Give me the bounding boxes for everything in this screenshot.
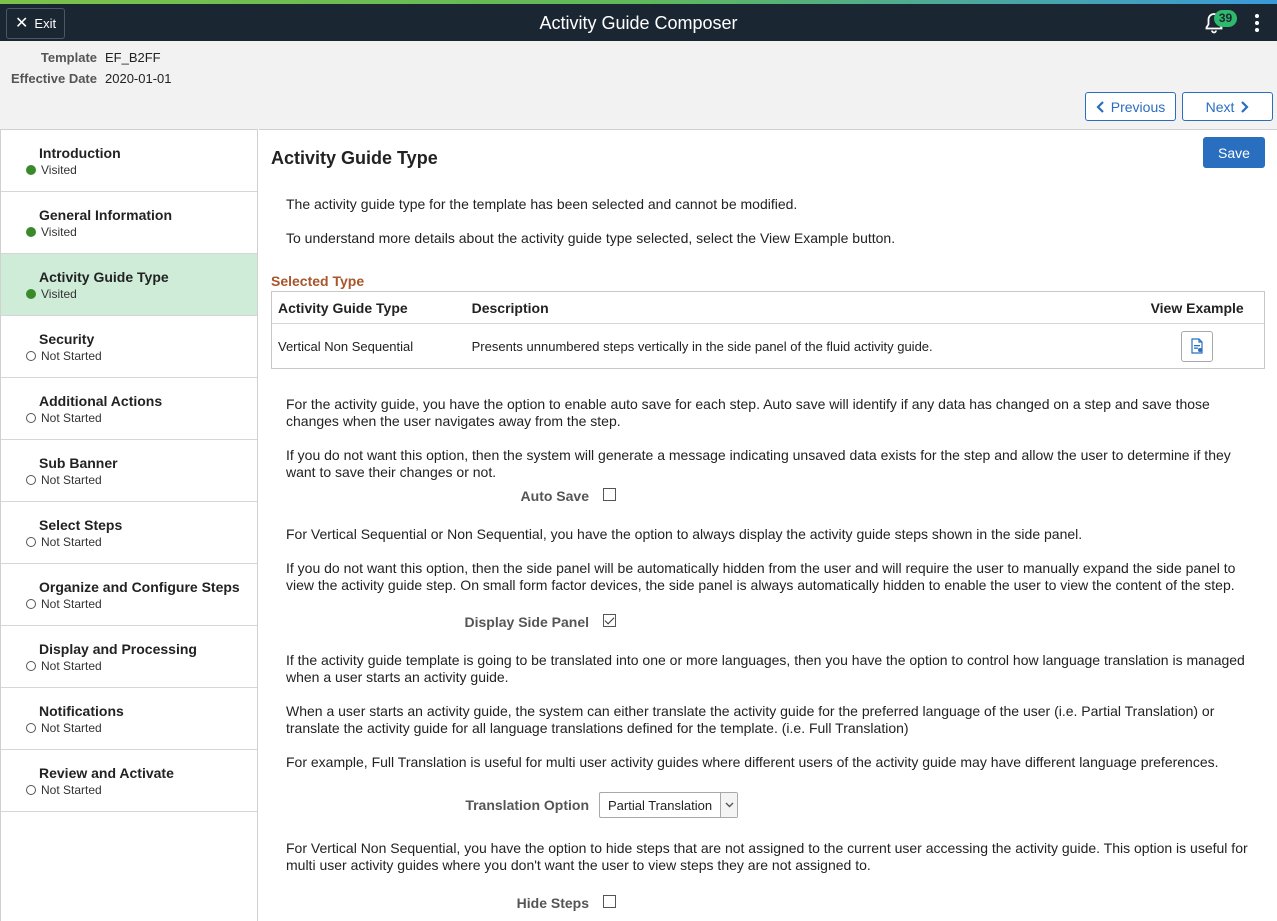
sidebar-item-additional-actions[interactable]: Additional Actions Not Started (1, 378, 257, 440)
sidebar-item-label: Select Steps (39, 517, 123, 533)
sidebar-item-status: Visited (41, 225, 77, 239)
template-value: EF_B2FF (105, 50, 161, 65)
sidebar-item-label: Review and Activate (39, 765, 174, 781)
not-started-status-icon (26, 785, 36, 795)
chevron-left-icon (1096, 100, 1104, 113)
selected-type-label: Selected Type (271, 273, 365, 289)
effective-date-value: 2020-01-01 (105, 71, 172, 86)
effective-date-field: Effective Date 2020-01-01 (0, 71, 172, 86)
notification-badge: 39 (1214, 10, 1237, 27)
hide-steps-label: Hide Steps (516, 895, 589, 911)
side-panel-text-2: If you do not want this option, then the… (286, 560, 1236, 593)
translation-option-value: Partial Translation (608, 797, 713, 813)
sidebar-item-activity-guide-type[interactable]: Activity Guide Type Visited (1, 254, 257, 316)
display-side-panel-label: Display Side Panel (464, 614, 590, 630)
selected-type-table: Activity Guide Type Description View Exa… (271, 291, 1265, 369)
sidebar-item-security[interactable]: Security Not Started (1, 316, 257, 378)
sidebar-item-select-steps[interactable]: Select Steps Not Started (1, 502, 257, 564)
auto-save-checkbox[interactable] (603, 488, 616, 501)
hide-steps-text-1: For Vertical Non Sequential, you have th… (286, 840, 1248, 873)
sidebar-item-status: Visited (41, 163, 77, 177)
column-header: Description (471, 299, 549, 316)
sidebar-item-label: Additional Actions (39, 393, 163, 409)
sidebar-item-label: Organize and Configure Steps (39, 579, 240, 595)
steps-sidebar: Introduction Visited General Information… (0, 129, 258, 921)
type-cell: Vertical Non Sequential (278, 338, 414, 354)
auto-save-label: Auto Save (520, 488, 589, 504)
sidebar-item-label: Introduction (39, 145, 121, 161)
view-example-button[interactable] (1181, 330, 1214, 362)
main-content: Activity Guide Type Save The activity gu… (259, 129, 1277, 921)
more-options-icon[interactable] (1250, 12, 1264, 36)
intro-text-1: The activity guide type for the template… (286, 196, 798, 212)
sidebar-item-status: Not Started (41, 411, 102, 425)
sidebar-item-organize-configure-steps[interactable]: Organize and Configure Steps Not Started (1, 564, 257, 626)
intro-text-2: To understand more details about the act… (286, 230, 896, 246)
sidebar-item-general-information[interactable]: General Information Visited (1, 192, 257, 254)
sidebar-item-status: Not Started (41, 349, 102, 363)
sidebar-item-display-processing[interactable]: Display and Processing Not Started (1, 626, 257, 688)
sub-header: Template EF_B2FF Effective Date 2020-01-01… (0, 41, 1277, 129)
not-started-status-icon (26, 537, 36, 547)
hide-steps-checkbox[interactable] (603, 895, 616, 908)
sidebar-item-status: Not Started (41, 597, 102, 611)
description-cell: Presents unnumbered steps vertically in … (471, 338, 933, 354)
not-started-status-icon (26, 475, 36, 485)
sidebar-item-sub-banner[interactable]: Sub Banner Not Started (1, 440, 257, 502)
translation-option-label: Translation Option (465, 797, 589, 813)
side-panel-text-1: For Vertical Sequential or Non Sequentia… (286, 526, 1083, 542)
table-header-row: Activity Guide Type Description View Exa… (272, 292, 1264, 324)
sidebar-item-label: Security (39, 331, 95, 347)
sidebar-item-label: Activity Guide Type (39, 269, 169, 285)
sidebar-item-status: Visited (41, 287, 77, 301)
translation-text-3: For example, Full Translation is useful … (286, 754, 1219, 770)
view-example-cell (1130, 330, 1264, 362)
sidebar-item-notifications[interactable]: Notifications Not Started (1, 688, 257, 750)
chevron-down-icon (720, 793, 737, 817)
autosave-text-1: For the activity guide, you have the opt… (286, 396, 1210, 429)
page-title: Activity Guide Type (271, 148, 438, 168)
visited-status-icon (26, 227, 36, 237)
next-label: Next (1205, 98, 1235, 115)
visited-status-icon (26, 289, 36, 299)
save-button[interactable]: Save (1203, 137, 1265, 168)
column-header: Activity Guide Type (278, 299, 408, 316)
previous-label: Previous (1110, 98, 1166, 115)
sidebar-item-label: General Information (39, 207, 173, 223)
not-started-status-icon (26, 599, 36, 609)
sidebar-item-label: Display and Processing (39, 641, 197, 657)
translation-text-1: If the activity guide template is going … (286, 652, 1245, 685)
sidebar-item-status: Not Started (41, 473, 102, 487)
visited-status-icon (26, 165, 36, 175)
not-started-status-icon (26, 351, 36, 361)
sidebar-item-status: Not Started (41, 783, 102, 797)
sidebar-item-review-activate[interactable]: Review and Activate Not Started (1, 750, 257, 812)
template-field: Template EF_B2FF (0, 50, 161, 65)
column-header: View Example (1150, 299, 1244, 316)
effective-date-label: Effective Date (11, 71, 97, 86)
sidebar-item-introduction[interactable]: Introduction Visited (1, 130, 257, 192)
document-view-icon (1191, 338, 1203, 354)
next-button[interactable]: Next (1182, 92, 1273, 121)
not-started-status-icon (26, 661, 36, 671)
not-started-status-icon (26, 413, 36, 423)
sidebar-item-status: Not Started (41, 535, 102, 549)
sidebar-item-label: Sub Banner (39, 455, 118, 471)
sidebar-item-label: Notifications (39, 703, 124, 719)
previous-button[interactable]: Previous (1085, 92, 1176, 121)
translation-text-2: When a user starts an activity guide, th… (286, 703, 1215, 736)
not-started-status-icon (26, 723, 36, 733)
chevron-right-icon (1241, 100, 1249, 113)
app-header: ✕ Exit Activity Guide Composer 39 (0, 4, 1277, 41)
template-label: Template (40, 50, 97, 65)
sidebar-item-status: Not Started (41, 721, 102, 735)
display-side-panel-checkbox[interactable] (603, 614, 616, 627)
translation-option-select[interactable]: Partial Translation (599, 792, 738, 818)
table-row: Vertical Non Sequential Presents unnumbe… (272, 324, 1264, 368)
app-title: Activity Guide Composer (539, 13, 738, 33)
sidebar-item-status: Not Started (41, 659, 102, 673)
autosave-text-2: If you do not want this option, then the… (286, 447, 1231, 480)
